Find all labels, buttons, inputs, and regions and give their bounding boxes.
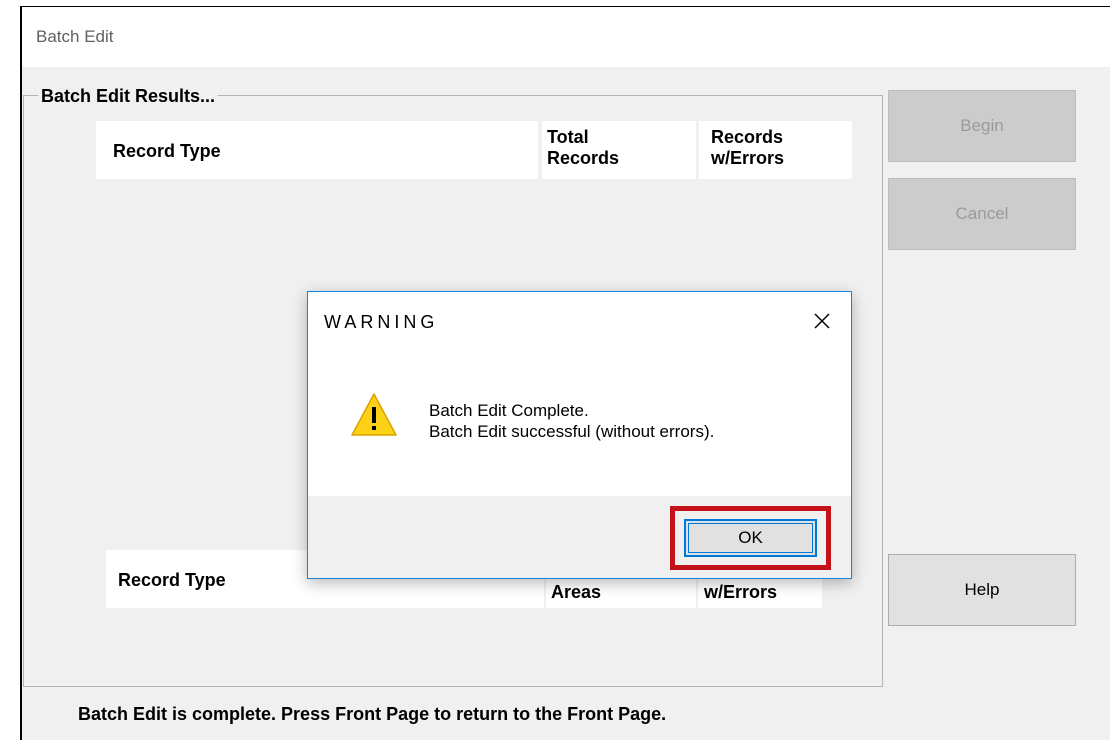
top-header-records-errors: Records w/Errors bbox=[699, 121, 852, 179]
dialog-message-line-1: Batch Edit Complete. bbox=[429, 401, 589, 420]
warning-dialog: WARNING Batch Edit Complete. Batch Edit … bbox=[307, 291, 852, 579]
ok-button[interactable]: OK bbox=[684, 519, 817, 557]
results-group-label: Batch Edit Results... bbox=[38, 86, 219, 107]
close-icon[interactable] bbox=[807, 306, 837, 336]
status-message: Batch Edit is complete. Press Front Page… bbox=[78, 704, 667, 724]
help-button[interactable]: Help bbox=[888, 554, 1076, 626]
dialog-title: WARNING bbox=[324, 312, 439, 332]
begin-button[interactable]: Begin bbox=[888, 90, 1076, 162]
dialog-message: Batch Edit Complete. Batch Edit successf… bbox=[429, 400, 714, 442]
top-header-record-type: Record Type bbox=[96, 121, 538, 179]
title-bar: Batch Edit bbox=[22, 7, 1110, 67]
cancel-button[interactable]: Cancel bbox=[888, 178, 1076, 250]
dialog-message-line-2: Batch Edit successful (without errors). bbox=[429, 422, 715, 441]
warning-icon bbox=[350, 391, 398, 439]
top-header-total-records: Total Records bbox=[542, 121, 696, 179]
window-title: Batch Edit bbox=[36, 27, 114, 46]
